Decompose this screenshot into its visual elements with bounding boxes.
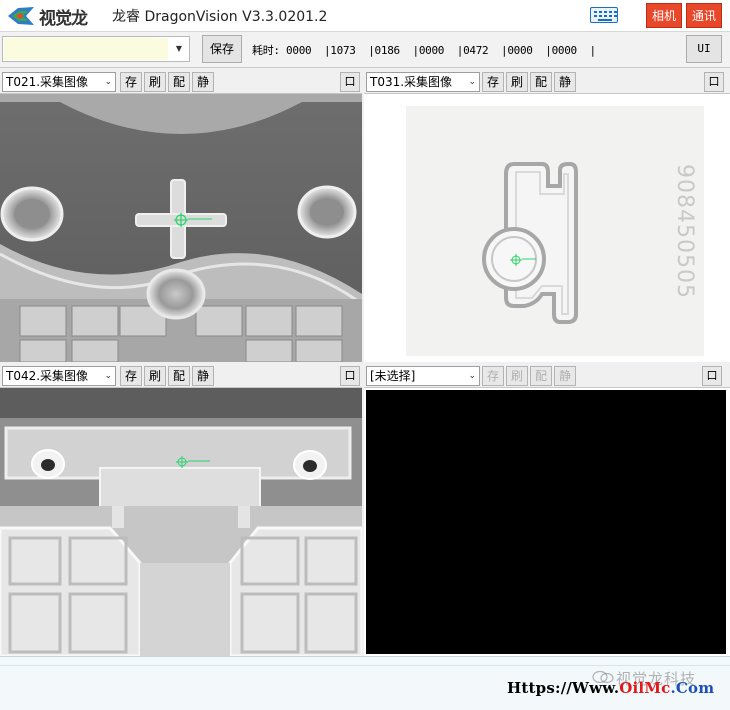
- camera-image: 908450505: [406, 106, 704, 356]
- panel-header: T021.采集图像 ⌄ 存 刷 配 静 口: [0, 70, 362, 94]
- camera-image: [0, 388, 362, 656]
- title-bar: 视觉龙 龙睿 DragonVision V3.3.0201.2 相机 通讯: [0, 0, 730, 32]
- logo-text: 视觉龙: [39, 8, 88, 29]
- task-select-value: T042.采集图像: [6, 369, 89, 383]
- view-panel-t042: T042.采集图像 ⌄ 存 刷 配 静 口: [0, 364, 362, 656]
- ui-button[interactable]: UI: [686, 35, 722, 63]
- camera-view-t042[interactable]: [0, 388, 362, 656]
- app-title: 龙睿 DragonVision V3.3.0201.2: [112, 9, 328, 25]
- task-select[interactable]: T042.采集图像 ⌄: [2, 366, 116, 386]
- toolbar: ▼ 保存 耗时: 0000 |1073 |0186 |0000 |0472 |0…: [0, 32, 730, 68]
- refresh-button[interactable]: 刷: [144, 72, 166, 92]
- comm-button[interactable]: 通讯: [686, 3, 722, 28]
- view-panel-t021: T021.采集图像 ⌄ 存 刷 配 静 口: [0, 70, 362, 362]
- maximize-button[interactable]: 口: [340, 366, 360, 386]
- maximize-button[interactable]: 口: [702, 366, 722, 386]
- timing-readout: 耗时: 0000 |1073 |0186 |0000 |0472 |0000 |…: [252, 44, 596, 57]
- chevron-down-icon: ⌄: [104, 371, 112, 381]
- save-image-button[interactable]: 存: [482, 366, 504, 386]
- task-select-value: T031.采集图像: [370, 75, 453, 89]
- task-select-value: T021.采集图像: [6, 75, 89, 89]
- camera-view-empty[interactable]: [366, 390, 726, 654]
- dragon-logo-icon: [8, 7, 34, 25]
- config-button[interactable]: 配: [530, 72, 552, 92]
- refresh-button[interactable]: 刷: [506, 366, 528, 386]
- chevron-down-icon: ⌄: [468, 371, 476, 381]
- url-prefix: Https://Www.: [507, 679, 620, 697]
- chevron-down-icon: ⌄: [104, 77, 112, 87]
- static-button[interactable]: 静: [192, 72, 214, 92]
- task-select-value: [未选择]: [370, 369, 416, 383]
- camera-image: [0, 94, 362, 362]
- refresh-button[interactable]: 刷: [506, 72, 528, 92]
- camera-button[interactable]: 相机: [646, 3, 682, 28]
- view-panel-empty: [未选择] ⌄ 存 刷 配 静 口: [364, 364, 730, 656]
- url-accent: OilMc: [619, 679, 671, 697]
- panel-header: [未选择] ⌄ 存 刷 配 静 口: [364, 364, 730, 388]
- config-button[interactable]: 配: [530, 366, 552, 386]
- chevron-down-icon: ⌄: [468, 77, 476, 87]
- site-url: Https://Www.OilMc.Com: [507, 679, 714, 697]
- url-suffix: .Com: [670, 679, 715, 697]
- static-button[interactable]: 静: [192, 366, 214, 386]
- save-button[interactable]: 保存: [202, 35, 242, 63]
- save-image-button[interactable]: 存: [120, 72, 142, 92]
- maximize-button[interactable]: 口: [704, 72, 724, 92]
- keyboard-icon[interactable]: [590, 7, 618, 23]
- view-panel-t031: T031.采集图像 ⌄ 存 刷 配 静 口 908450505: [364, 70, 730, 362]
- camera-view-t021[interactable]: [0, 94, 362, 362]
- serial-number: 908450505: [672, 164, 697, 299]
- scheme-select-value: [4, 38, 168, 60]
- save-image-button[interactable]: 存: [482, 72, 504, 92]
- panel-header: T031.采集图像 ⌄ 存 刷 配 静 口: [364, 70, 730, 94]
- camera-view-t031[interactable]: 908450505: [364, 94, 730, 362]
- maximize-button[interactable]: 口: [340, 72, 360, 92]
- static-button[interactable]: 静: [554, 72, 576, 92]
- static-button[interactable]: 静: [554, 366, 576, 386]
- task-select[interactable]: T031.采集图像 ⌄: [366, 72, 480, 92]
- panel-header: T042.采集图像 ⌄ 存 刷 配 静 口: [0, 364, 362, 388]
- divider: [0, 665, 730, 666]
- dropdown-arrow-icon[interactable]: ▼: [169, 37, 189, 61]
- scheme-select[interactable]: ▼: [2, 36, 190, 62]
- app-logo: 视觉龙: [6, 4, 88, 29]
- config-button[interactable]: 配: [168, 366, 190, 386]
- task-select[interactable]: T021.采集图像 ⌄: [2, 72, 116, 92]
- refresh-button[interactable]: 刷: [144, 366, 166, 386]
- task-select[interactable]: [未选择] ⌄: [366, 366, 480, 386]
- config-button[interactable]: 配: [168, 72, 190, 92]
- save-image-button[interactable]: 存: [120, 366, 142, 386]
